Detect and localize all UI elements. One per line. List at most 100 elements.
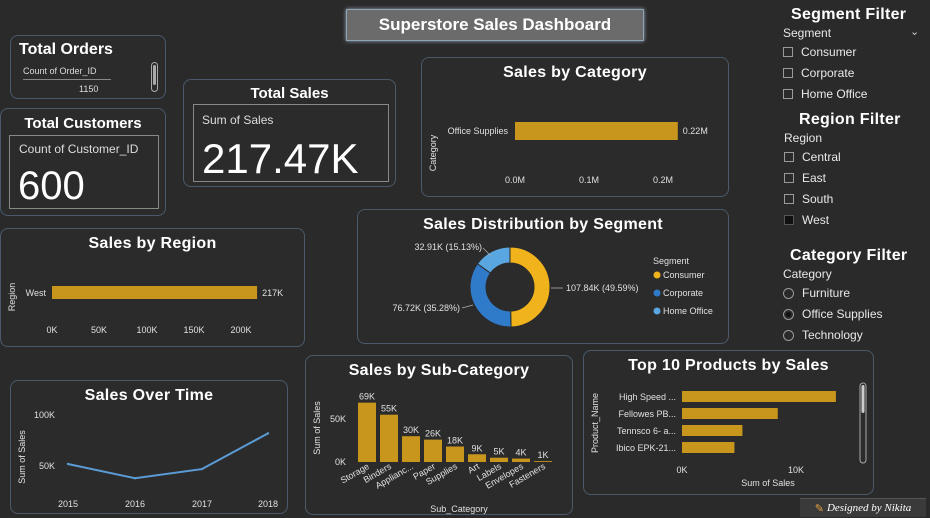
legend-corporate: Corporate: [663, 288, 703, 298]
segment-filter-title: Segment Filter: [791, 6, 907, 23]
time-xtick: 2017: [192, 499, 212, 509]
subcategory-data-label: 5K: [493, 447, 504, 457]
product-label: High Speed ...: [619, 392, 676, 402]
product-label: Fellowes PB...: [618, 409, 676, 419]
line-point: [66, 462, 70, 466]
total-orders-underline: [23, 79, 111, 80]
segment-option-label: Corporate: [801, 66, 855, 80]
subcategory-bar: [402, 436, 420, 462]
chevron-down-icon[interactable]: ⌄: [910, 25, 919, 38]
segment-option-consumer[interactable]: Consumer: [783, 44, 856, 60]
region-bar-label: West: [26, 288, 47, 298]
category-xtick: 0.1M: [579, 175, 599, 185]
radio-icon[interactable]: [783, 329, 794, 341]
region-option-east[interactable]: East: [784, 170, 826, 186]
subcategory-data-label: 69K: [359, 392, 375, 402]
pencil-icon: ✎: [814, 502, 824, 515]
subcategory-data-label: 9K: [471, 443, 482, 453]
subcategory-bar: [468, 454, 486, 462]
total-customers-card[interactable]: Total Customers Count of Customer_ID 600: [0, 108, 166, 216]
segment-option-corporate[interactable]: Corporate: [783, 65, 854, 81]
total-customers-title: Total Customers: [24, 115, 142, 132]
category-filter-header: Category: [783, 267, 832, 281]
products-xtick: 0K: [676, 465, 687, 475]
products-xtick: 10K: [788, 465, 804, 475]
total-sales-card[interactable]: Total Sales Sum of Sales 217.47K: [183, 79, 396, 187]
subcategory-data-label: 4K: [515, 448, 526, 458]
total-customers-value: 600: [18, 164, 85, 208]
checkbox-checked-icon[interactable]: [784, 215, 794, 225]
checkbox-icon[interactable]: [784, 173, 794, 183]
time-xtick: 2018: [258, 499, 278, 509]
region-axis-label: Region: [7, 283, 17, 312]
subcategory-bar: [446, 446, 464, 462]
line-point: [266, 432, 270, 435]
sales-by-region-chart: Region West 217K 0K 50K 100K 150K 200K: [7, 283, 283, 335]
region-xtick: 50K: [91, 325, 107, 335]
legend-consumer: Consumer: [663, 270, 705, 280]
line-point: [133, 477, 137, 480]
sales-over-time-panel[interactable]: Sales Over Time Sum of Sales 50K 100K 20…: [10, 380, 288, 514]
total-sales-box: Sum of Sales 217.47K: [193, 104, 389, 182]
total-orders-label: Count of Order_ID: [23, 66, 97, 76]
segment-legend-title: Segment: [653, 256, 690, 266]
total-orders-card[interactable]: Total Orders Count of Order_ID 1150: [10, 35, 166, 99]
segment-distribution-panel[interactable]: Sales Distribution by Segment Segment Co…: [357, 209, 729, 344]
checkbox-icon[interactable]: [784, 194, 794, 204]
product-bar: [682, 408, 778, 419]
sales-by-subcategory-panel[interactable]: Sales by Sub-Category Sum of Sales 0K 50…: [305, 355, 573, 515]
time-ytick: 50K: [39, 461, 55, 471]
category-option-technology[interactable]: Technology: [783, 327, 863, 343]
subcategory-data-label: 1K: [537, 450, 548, 460]
subcategory-bar: [512, 458, 530, 462]
segment-option-label: Home Office: [801, 87, 868, 101]
checkbox-icon[interactable]: [783, 89, 793, 99]
radio-icon[interactable]: [783, 287, 794, 299]
region-option-label: West: [802, 213, 830, 227]
sales-over-time-line: [67, 432, 269, 480]
products-scrollbar-thumb[interactable]: [861, 385, 865, 413]
checkbox-icon[interactable]: [783, 47, 793, 57]
dashboard-title-box: Superstore Sales Dashboard: [346, 9, 644, 41]
category-bar[interactable]: [515, 122, 678, 140]
category-xtick: 0.2M: [653, 175, 673, 185]
checkbox-icon[interactable]: [783, 68, 793, 78]
products-y-axis-label: Product_Name: [590, 393, 600, 453]
region-option-central[interactable]: Central: [784, 149, 841, 165]
subcategory-bar: [424, 439, 442, 462]
region-option-label: South: [802, 192, 834, 206]
sales-by-region-panel[interactable]: Sales by Region Region West 217K 0K 50K …: [0, 228, 305, 347]
region-xtick: 0K: [46, 325, 57, 335]
scrollbar[interactable]: [151, 62, 158, 92]
region-option-label: East: [802, 171, 827, 185]
segment-option-home-office[interactable]: Home Office: [783, 86, 867, 102]
segment-donut-chart: Segment Consumer Corporate Home Office 1…: [392, 242, 713, 328]
radio-selected-icon[interactable]: [783, 308, 794, 320]
donut-data-label: 76.72K (35.28%): [392, 303, 460, 313]
sales-by-category-panel[interactable]: Sales by Category Category Office Suppli…: [421, 57, 729, 197]
category-axis-label: Category: [428, 134, 438, 171]
region-xtick: 100K: [136, 325, 157, 335]
top-products-panel[interactable]: Top 10 Products by Sales Product_Name 0K…: [583, 350, 874, 495]
donut-data-label: 32.91K (15.13%): [414, 242, 482, 252]
region-option-west[interactable]: West: [784, 212, 829, 228]
checkbox-icon[interactable]: [784, 152, 794, 162]
category-option-label: Office Supplies: [802, 307, 883, 321]
legend-dot-consumer: [653, 271, 661, 279]
total-orders-value: 1150: [79, 84, 99, 94]
product-label: Ibico EPK-21...: [616, 443, 676, 453]
category-option-furniture[interactable]: Furniture: [783, 285, 850, 301]
time-axis-label: Sum of Sales: [17, 430, 27, 484]
region-option-south[interactable]: South: [784, 191, 833, 207]
region-bar[interactable]: [52, 286, 258, 299]
scrollbar-thumb[interactable]: [153, 65, 156, 85]
designed-by-badge: ✎ Designed by Nikita: [800, 498, 926, 517]
total-sales-value: 217.47K: [202, 135, 359, 182]
subcategory-bar: [380, 414, 398, 462]
product-label: Tennsco 6- a...: [617, 426, 676, 436]
total-customers-box: Count of Customer_ID 600: [9, 135, 159, 209]
product-bar: [682, 442, 735, 453]
category-xtick: 0.0M: [505, 175, 525, 185]
category-data-label: 0.22M: [683, 126, 708, 136]
category-option-office-supplies[interactable]: Office Supplies: [783, 306, 883, 322]
